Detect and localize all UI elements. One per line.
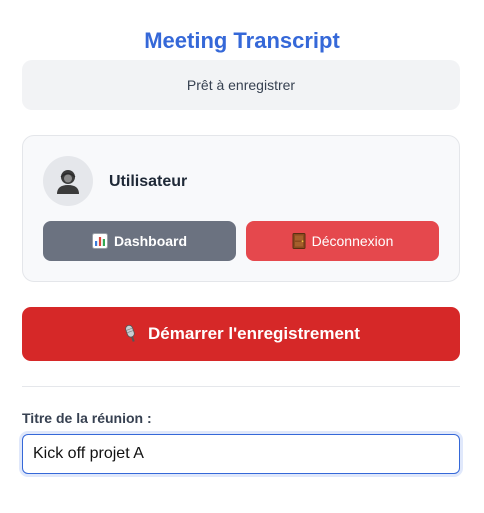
start-recording-button[interactable]: Démarrer l'enregistrement	[22, 307, 460, 361]
meeting-title-label: Titre de la réunion :	[22, 410, 152, 426]
door-icon	[292, 233, 306, 249]
status-banner: Prêt à enregistrer	[22, 60, 460, 110]
microphone-icon	[122, 324, 140, 344]
page-title: Meeting Transcript	[144, 28, 340, 53]
bar-chart-icon	[91, 233, 108, 249]
app-root: Meeting Transcript Prêt à enregistrer Ut…	[0, 0, 484, 513]
start-recording-label: Démarrer l'enregistrement	[148, 324, 360, 343]
user-silhouette-icon	[55, 168, 81, 194]
user-card: Utilisateur Dashboard Déconnexion	[22, 135, 460, 282]
user-name: Utilisateur	[109, 173, 188, 190]
status-text: Prêt à enregistrer	[186, 77, 296, 93]
meeting-title-input[interactable]	[22, 434, 460, 474]
logout-button[interactable]: Déconnexion	[246, 221, 439, 261]
logout-button-label: Déconnexion	[311, 233, 394, 249]
avatar	[43, 156, 93, 206]
dashboard-button[interactable]: Dashboard	[43, 221, 236, 261]
divider	[22, 386, 460, 387]
dashboard-button-label: Dashboard	[113, 233, 188, 249]
